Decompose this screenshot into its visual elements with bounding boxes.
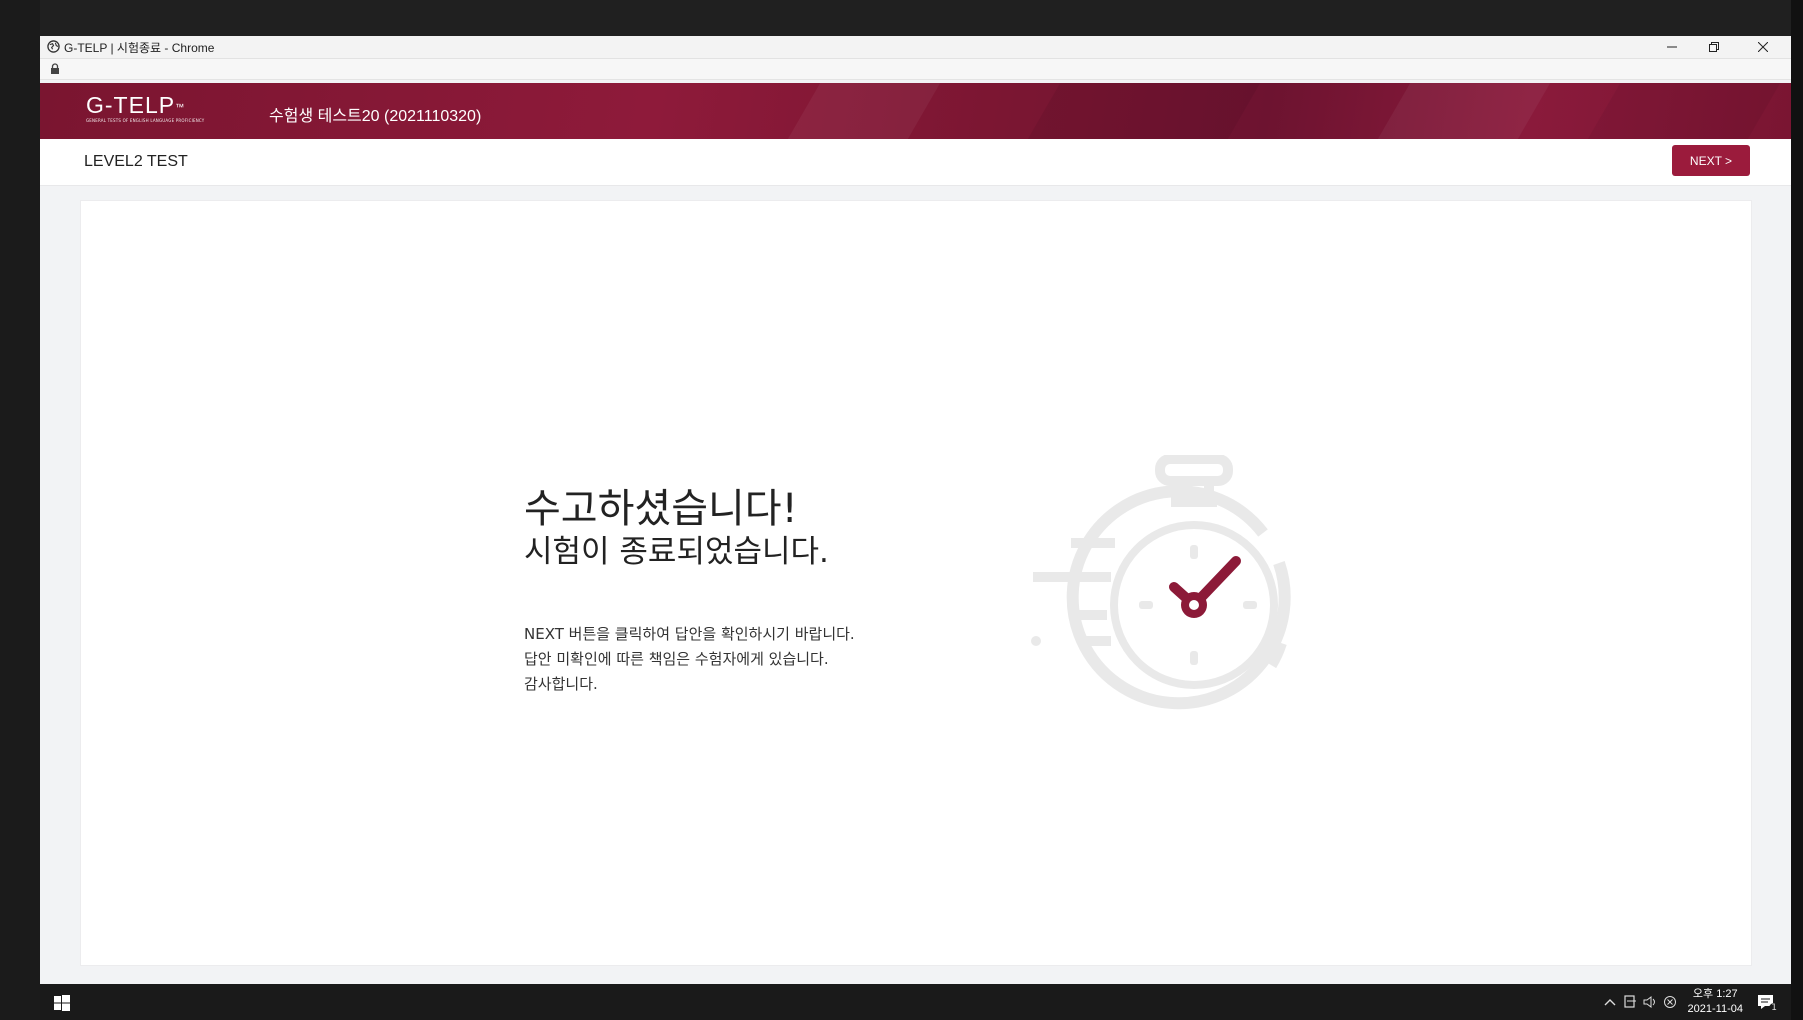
app-header: G-TELP™ GENERAL TESTS OF ENGLISH LANGUAG… bbox=[40, 83, 1791, 139]
instruction-text: NEXT 버튼을 클릭하여 답안을 확인하시기 바랍니다. 답안 미확인에 따른… bbox=[524, 622, 855, 697]
lock-icon bbox=[51, 63, 59, 74]
restore-button[interactable] bbox=[1693, 36, 1735, 58]
completion-subheading: 시험이 종료되었습니다. bbox=[524, 534, 829, 570]
test-level-title: LEVEL2 TEST bbox=[84, 153, 188, 170]
header-decor bbox=[1574, 83, 1786, 139]
monitor-bezel-top bbox=[0, 0, 1803, 36]
windows-start-icon[interactable] bbox=[54, 995, 70, 1011]
gtelp-logo: G-TELP™ GENERAL TESTS OF ENGLISH LANGUAG… bbox=[86, 93, 204, 123]
taskbar-clock[interactable]: 오후 1:27 2021-11-04 bbox=[1688, 987, 1743, 1017]
stopwatch-icon bbox=[1031, 455, 1291, 710]
header-decor bbox=[1364, 83, 1556, 139]
close-icon bbox=[1758, 42, 1768, 52]
network-icon[interactable] bbox=[1622, 994, 1638, 1010]
chevron-up-icon[interactable] bbox=[1602, 994, 1618, 1010]
logo-tm: ™ bbox=[175, 102, 186, 112]
restore-icon bbox=[1709, 42, 1719, 52]
instruction-line: 감사합니다. bbox=[524, 675, 598, 693]
monitor-bezel-right bbox=[1791, 0, 1803, 1020]
taskbar: 오후 1:27 2021-11-04 1 bbox=[40, 984, 1791, 1020]
window-title: G-TELP | 시험종료 - Chrome bbox=[64, 41, 215, 55]
notification-count: 1 bbox=[1769, 1003, 1779, 1013]
logo-text: G-TELP bbox=[86, 92, 176, 118]
notification-icon[interactable]: 1 bbox=[1755, 994, 1779, 1013]
status-icon[interactable] bbox=[1662, 994, 1678, 1010]
next-button[interactable]: NEXT > bbox=[1672, 145, 1750, 176]
header-decor bbox=[774, 83, 946, 139]
header-decor bbox=[1014, 83, 1266, 139]
instruction-line: NEXT 버튼을 클릭하여 답안을 확인하시기 바랍니다. bbox=[524, 625, 855, 643]
instruction-line: 답안 미확인에 따른 책임은 수험자에게 있습니다. bbox=[524, 650, 829, 668]
completion-message: 수고하셨습니다! 시험이 종료되었습니다. NEXT 버튼을 클릭하여 답안을 … bbox=[524, 486, 855, 697]
monitor-bezel-left bbox=[0, 0, 40, 1020]
examinee-name: 수험생 테스트20 (2021110320) bbox=[269, 108, 482, 125]
logo-tagline: GENERAL TESTS OF ENGLISH LANGUAGE PROFIC… bbox=[86, 118, 205, 123]
completion-heading: 수고하셨습니다! bbox=[524, 486, 798, 532]
system-tray: 오후 1:27 2021-11-04 1 bbox=[1602, 984, 1791, 1020]
clock-time: 오후 1:27 bbox=[1692, 988, 1738, 1000]
content-card: 수고하셨습니다! 시험이 종료되었습니다. NEXT 버튼을 클릭하여 답안을 … bbox=[80, 200, 1752, 966]
close-button[interactable] bbox=[1742, 36, 1784, 58]
globe-icon bbox=[47, 40, 60, 53]
window-titlebar[interactable]: G-TELP | 시험종료 - Chrome bbox=[40, 36, 1791, 59]
clock-date: 2021-11-04 bbox=[1687, 1003, 1743, 1015]
sub-header: LEVEL2 TEST NEXT > bbox=[40, 139, 1791, 186]
address-bar[interactable] bbox=[40, 59, 1791, 80]
volume-icon[interactable] bbox=[1642, 994, 1658, 1010]
minimize-button[interactable] bbox=[1651, 36, 1693, 58]
browser-window: G-TELP | 시험종료 - Chrome G-TELP™ GENERAL T… bbox=[40, 36, 1791, 984]
minimize-icon bbox=[1667, 46, 1677, 48]
